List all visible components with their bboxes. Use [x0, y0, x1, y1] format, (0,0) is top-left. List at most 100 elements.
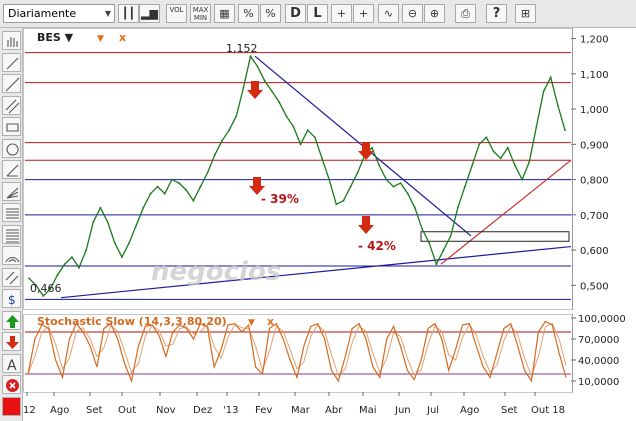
price-point	[106, 221, 109, 223]
x-tick-label: Set	[86, 405, 103, 416]
price-point	[485, 136, 488, 139]
price-point	[557, 104, 559, 107]
period-label: Diariamente	[8, 7, 77, 20]
chevron-down-icon: ▼	[97, 34, 104, 44]
x-tick-label: Fev	[255, 405, 272, 416]
y-tick-label: 0,900	[580, 140, 609, 151]
x-tick-label: Jun	[394, 405, 411, 416]
price-point	[121, 256, 123, 258]
price-point	[42, 295, 45, 297]
wave-icon[interactable]: ∿	[378, 4, 399, 23]
trend-line-icon[interactable]	[2, 160, 21, 179]
x-tick-label: Set	[501, 405, 518, 416]
toolbar: Diariamente ▼ ┃┃ ▂▆ VOL MAX MIN ▦%% D L + + ∿ ⊖ ⊕ ⎙? ⊞	[0, 0, 636, 28]
daily-button[interactable]: D	[285, 4, 306, 23]
price-point	[178, 182, 181, 185]
grid-icon[interactable]: ▦	[214, 4, 235, 23]
price-point	[421, 228, 423, 230]
rectangle-icon[interactable]	[2, 117, 21, 136]
price-point	[328, 178, 331, 181]
price-point	[235, 115, 238, 117]
price-point	[514, 164, 516, 167]
volume-button[interactable]: VOL	[166, 4, 187, 23]
y-tick-label: 0,800	[580, 176, 609, 187]
fibonacci-icon[interactable]	[2, 203, 21, 222]
arc-icon[interactable]	[2, 246, 21, 265]
price-point	[113, 242, 116, 244]
hand-icon[interactable]	[2, 31, 21, 50]
candlestick-icon[interactable]: ┃┃	[118, 4, 139, 23]
settings-icon[interactable]: ⊞	[515, 4, 536, 23]
y-tick-label: 0,500	[580, 281, 609, 292]
oscillator-title: Stochastic Slow (14,3,3,80,20)	[37, 315, 227, 328]
arrow-down-icon[interactable]	[2, 332, 21, 351]
x-tick-label: Out	[118, 405, 136, 416]
period-select[interactable]: Diariamente ▼	[3, 4, 115, 23]
max-label: 1,152	[226, 42, 258, 55]
svg-text:A: A	[7, 358, 17, 373]
zoom-in-icon[interactable]: ⊕	[424, 4, 445, 23]
crosshair-label-icon[interactable]: +	[353, 4, 374, 23]
price-point	[128, 242, 130, 244]
price-point	[278, 101, 280, 103]
price-point	[349, 185, 352, 188]
close-icon: x	[119, 31, 126, 44]
drop-label: - 39%	[261, 192, 299, 206]
line-icon[interactable]	[2, 52, 21, 72]
price-point	[306, 129, 309, 132]
price-point	[299, 143, 302, 146]
price-point	[342, 199, 345, 202]
price-point	[171, 178, 173, 181]
price-point	[156, 185, 159, 188]
x-tick-label: Jul	[426, 405, 439, 416]
price-panel-frame	[23, 28, 573, 310]
color-picker-icon[interactable]	[2, 396, 21, 416]
price-point	[213, 154, 216, 156]
retracement-icon[interactable]	[2, 224, 21, 244]
price-point	[542, 90, 545, 93]
delete-icon[interactable]	[2, 375, 21, 394]
price-point	[292, 125, 295, 128]
price-point	[499, 157, 502, 160]
log-button[interactable]: L	[307, 4, 328, 23]
percent-button[interactable]: %	[238, 4, 259, 23]
minmax-button[interactable]: MAX MIN	[190, 4, 211, 23]
price-point	[414, 206, 416, 209]
price-point	[28, 277, 30, 280]
x-tick-label: '13	[223, 405, 238, 416]
help-icon[interactable]: ?	[486, 4, 507, 23]
price-point	[85, 249, 88, 252]
drop-label: - 42%	[358, 239, 396, 253]
circle-icon[interactable]	[2, 138, 21, 158]
osc-y-tick-label: 10,0000	[578, 377, 619, 388]
price-point	[71, 256, 73, 258]
parallel-line-icon[interactable]	[2, 95, 21, 115]
price-point	[549, 76, 552, 79]
drawing-tools-sidebar: $ A	[0, 28, 23, 421]
price-point	[221, 139, 223, 142]
print-icon[interactable]: ⎙	[455, 4, 476, 23]
reverse-percent-button[interactable]: %	[260, 4, 281, 23]
x-tick-label: Dez	[193, 405, 212, 416]
price-point	[399, 182, 402, 185]
y-tick-label: 1,200	[580, 35, 609, 46]
price-point	[535, 125, 538, 128]
price-point	[471, 164, 473, 167]
chevron-down-icon: ▼	[104, 9, 111, 18]
price-point	[385, 178, 388, 181]
fan-lines-icon[interactable]	[2, 181, 21, 201]
price-point	[149, 192, 152, 195]
price-point	[521, 178, 523, 181]
x-tick-label: 12	[23, 405, 36, 416]
channel-icon[interactable]	[2, 267, 21, 287]
dollar-icon[interactable]: $	[2, 289, 21, 308]
crosshair-icon[interactable]: +	[331, 4, 352, 23]
price-point	[456, 206, 459, 209]
text-tool-icon[interactable]: A	[2, 353, 21, 373]
bar-chart-icon[interactable]: ▂▆	[139, 4, 160, 23]
price-point	[256, 65, 259, 68]
price-point	[92, 221, 95, 223]
zoom-out-icon[interactable]: ⊖	[402, 4, 423, 23]
arrow-up-icon[interactable]	[2, 310, 21, 330]
line-extend-icon[interactable]	[2, 74, 21, 93]
